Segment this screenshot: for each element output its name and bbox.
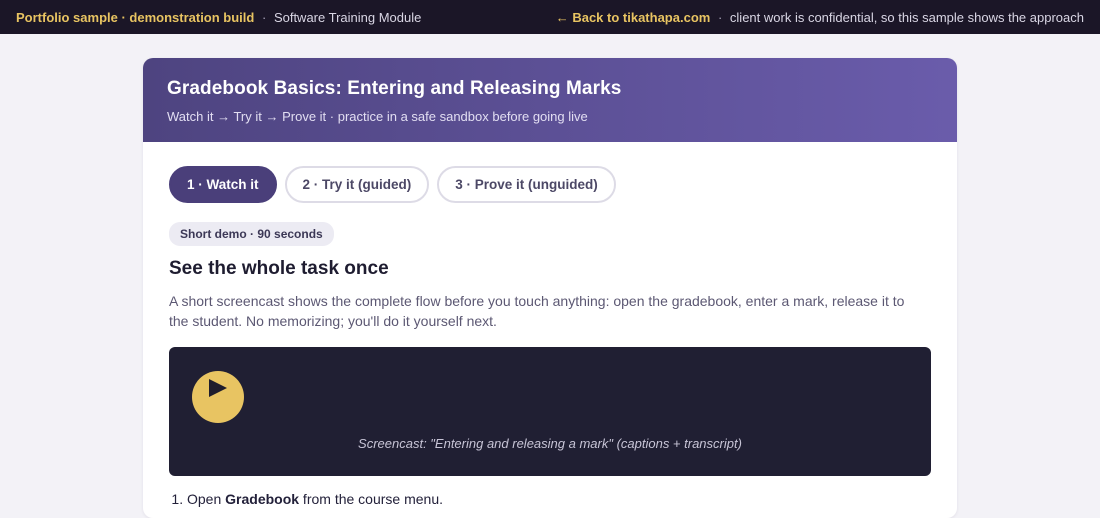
topbar-separator: · — [261, 9, 267, 25]
step-bold: Gradebook — [225, 491, 300, 507]
lesson-card: Gradebook Basics: Entering and Releasing… — [143, 58, 957, 518]
section-heading: See the whole task once — [169, 258, 389, 279]
lesson-header: Gradebook Basics: Entering and Releasing… — [143, 58, 957, 142]
play-icon — [209, 379, 227, 397]
lesson-subtitle: Watch it → Try it → Prove it · practice … — [167, 109, 588, 124]
duration-badge: Short demo · 90 seconds — [169, 222, 334, 246]
lesson-title: Gradebook Basics: Entering and Releasing… — [167, 78, 622, 99]
section-description: A short screencast shows the complete fl… — [169, 293, 905, 329]
confidential-note: client work is confidential, so this sam… — [729, 9, 1084, 25]
step-tabs: 1 · Watch it 2 · Try it (guided) 3 · Pro… — [169, 166, 931, 203]
video-caption: Screencast: "Entering and releasing a ma… — [358, 436, 742, 451]
top-bar: Portfolio sample · demonstration build ·… — [0, 0, 1100, 34]
back-link[interactable]: ← Back to tikathapa.com — [556, 10, 711, 25]
portfolio-label: Portfolio sample · demonstration build — [16, 9, 255, 25]
module-label: Software Training Module — [273, 9, 422, 25]
step-item: Open Gradebook from the course menu. — [187, 491, 931, 507]
steps-list: Open Gradebook from the course menu. — [169, 491, 931, 507]
tab-prove-it-unguided[interactable]: 3 · Prove it (unguided) — [437, 166, 616, 203]
play-button[interactable] — [192, 371, 244, 423]
topbar-left: Portfolio sample · demonstration build ·… — [16, 10, 421, 25]
topbar-right: ← Back to tikathapa.com · client work is… — [556, 10, 1084, 25]
tab-watch-it[interactable]: 1 · Watch it — [169, 166, 277, 203]
step-suffix: from the course menu. — [299, 491, 443, 507]
lesson-content: 1 · Watch it 2 · Try it (guided) 3 · Pro… — [143, 142, 957, 507]
step-prefix: Open — [187, 491, 226, 507]
topbar-separator-right: · — [717, 9, 723, 25]
video-player[interactable]: Screencast: "Entering and releasing a ma… — [169, 347, 931, 476]
tab-try-it-guided[interactable]: 2 · Try it (guided) — [284, 166, 430, 203]
